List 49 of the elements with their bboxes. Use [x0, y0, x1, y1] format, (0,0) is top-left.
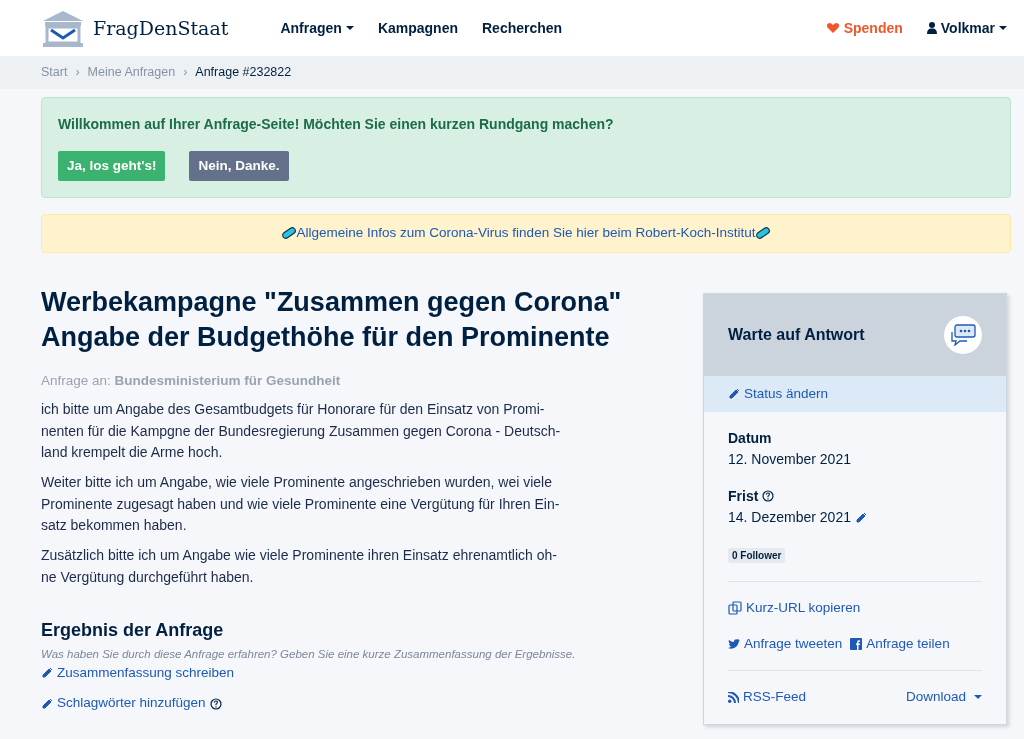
nav-link[interactable]: Kampagnen	[377, 17, 458, 39]
breadcrumb-item: Anfrage #232822	[195, 64, 292, 82]
follower-count-badge: 0 Follower	[728, 547, 786, 563]
request-paragraph: Weiter bitte ich um Angabe, wie viele Prominente angeschrieben wurden, wei viele Prominente zugesagt haben und wie viele Prominente eine Vergütung für Ihren Ein- satz bekommen haben.	[41, 473, 561, 536]
result-heading: Ergebnis der Anfrage	[41, 619, 225, 643]
date-value: 12. November 2021	[728, 449, 852, 469]
caret-icon	[999, 25, 1007, 31]
caret-icon	[974, 694, 982, 701]
site-logo-text[interactable]: FragDenStaat	[93, 13, 229, 43]
pencil-icon	[41, 697, 53, 710]
tweet-link[interactable]: Anfrage tweeten	[728, 634, 843, 655]
bird-icon	[728, 638, 740, 650]
notice-link[interactable]: Allgemeine Infos zum Corona-Virus finden Sie hier beim Robert-Koch-Institut	[296, 223, 756, 244]
decline-tour-button[interactable]: Nein, Danke.	[189, 151, 289, 182]
heart-icon	[825, 22, 840, 34]
chat-bubbles-icon	[950, 323, 976, 346]
building-logo-icon	[41, 9, 85, 47]
date-label: Datum	[728, 428, 773, 448]
nav-link[interactable]: Recherchen	[482, 17, 563, 39]
breadcrumb-separator: ›	[183, 64, 188, 82]
add-tags-link[interactable]: Schlagwörter hinzufügen	[41, 693, 206, 714]
share-link[interactable]: Anfrage teilen	[850, 634, 950, 655]
request-paragraph: ich bitte um Angabe des Gesamtbudgets für Honorare für den Einsatz von Promi- nenten für die Kampgne der Bundesregierung Zusammen gegen Corona - Deutsch- land krempelt die Arme hoch.	[41, 399, 562, 463]
help-icon	[209, 697, 222, 710]
request-paragraph: Zusätzlich bitte ich um Angabe wie viele Prominente ihren Einsatz ehrenamtlich oh- ne Vergütung durchgeführt haben.	[41, 546, 558, 587]
recipient-line: Anfrage an: Bundesministerium für Gesundheit	[41, 371, 342, 390]
deadline-value: 14. Dezember 2021	[728, 507, 851, 527]
rss-icon	[728, 691, 739, 703]
rss-feed-link[interactable]: RSS-Feed	[728, 687, 807, 708]
request-title: Werbekampagne "Zusammen gegen Corona" Angabe der Budgethöhe für den Prominente	[41, 285, 623, 354]
result-hint: Was haben Sie durch diese Anfrage erfahren? Geben Sie eine kurze Zusammenfassung der Ergebnisse.	[41, 647, 577, 663]
pencil-icon	[728, 387, 740, 400]
pencil-icon	[41, 667, 53, 680]
user-icon	[926, 22, 937, 34]
copy-icon	[728, 600, 742, 615]
write-summary-link[interactable]: Zusammenfassung schreiben	[41, 663, 235, 684]
status-title: Warte auf Antwort	[728, 324, 865, 345]
welcome-text: Willkommen auf Ihrer Anfrage-Seite! Möchten Sie einen kurzen Rundgang machen?	[58, 115, 615, 134]
breadcrumb-separator: ›	[75, 64, 80, 82]
f-square-icon	[850, 638, 863, 651]
donate-link[interactable]: Spenden	[825, 17, 903, 39]
pencil-icon	[854, 511, 867, 524]
change-status-link[interactable]: Status ändern	[704, 375, 1006, 412]
help-icon	[762, 490, 775, 503]
user-menu[interactable]: Volkmar	[926, 17, 1007, 39]
deadline-label: Frist	[728, 486, 759, 506]
copy-short-url-link[interactable]: Kurz-URL kopieren	[728, 597, 982, 618]
nav-link[interactable]: Anfragen	[280, 17, 354, 39]
download-dropdown[interactable]: Download	[905, 687, 982, 708]
